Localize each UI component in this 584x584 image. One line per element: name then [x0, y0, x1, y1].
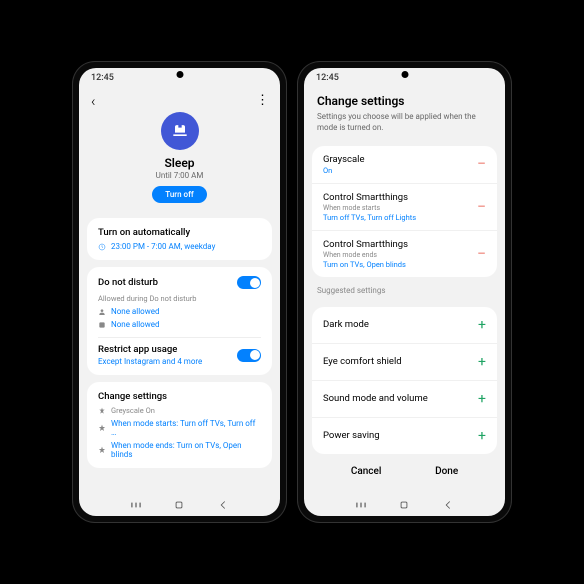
change-settings-title: Change settings [98, 391, 261, 402]
suggested-settings-list: Dark mode + Eye comfort shield + Sound m… [312, 307, 497, 454]
setting-title: Eye comfort shield [323, 356, 402, 367]
camera-cutout [176, 71, 183, 78]
change-settings-card[interactable]: Change settings Greyscale On When mode s… [87, 382, 272, 468]
setting-title: Sound mode and volume [323, 393, 428, 404]
turn-off-button[interactable]: Turn off [152, 186, 206, 203]
mode-title: Sleep [79, 156, 280, 170]
home-button[interactable] [397, 498, 411, 512]
clock-icon [98, 243, 106, 251]
dnd-allowed-label: Allowed during Do not disturb [98, 294, 261, 303]
back-nav-button[interactable] [216, 498, 230, 512]
done-button[interactable]: Done [435, 466, 458, 477]
setting-title: Power saving [323, 430, 380, 441]
back-nav-button[interactable] [441, 498, 455, 512]
dnd-title[interactable]: Do not disturb [98, 277, 158, 288]
home-button[interactable] [172, 498, 186, 512]
phone-left: 12:45 ‹ ⋮ Sleep Until 7:00 AM Turn off T… [73, 62, 286, 522]
remove-icon[interactable]: − [477, 246, 486, 262]
restrict-title[interactable]: Restrict app usage [98, 344, 202, 355]
change-line2: When mode starts: Turn off TVs, Turn off… [111, 419, 261, 437]
dnd-toggle[interactable] [237, 276, 261, 289]
page-title: Change settings [317, 94, 492, 108]
pin-icon [98, 407, 106, 415]
person-icon [98, 308, 106, 316]
more-options-icon[interactable]: ⋮ [256, 98, 268, 104]
setting-value: Turn off TVs, Turn off Lights [323, 213, 477, 222]
star-icon [98, 446, 106, 454]
screen-left: 12:45 ‹ ⋮ Sleep Until 7:00 AM Turn off T… [79, 68, 280, 516]
page-description: Settings you choose will be applied when… [317, 112, 492, 134]
change-line3: When mode ends: Turn on TVs, Open blinds [111, 441, 261, 459]
sleep-mode-icon [161, 112, 199, 150]
clock-time: 12:45 [91, 73, 114, 83]
divider [98, 337, 261, 338]
camera-cutout [401, 71, 408, 78]
setting-value: Turn on TVs, Open blinds [323, 260, 477, 269]
restrict-detail[interactable]: Except Instagram and 4 more [98, 357, 202, 366]
suggested-row[interactable]: Dark mode + [312, 307, 497, 343]
cancel-button[interactable]: Cancel [351, 466, 382, 477]
screen-right: 12:45 Change settings Settings you choos… [304, 68, 505, 516]
mode-subtitle: Until 7:00 AM [79, 171, 280, 180]
recents-button[interactable] [354, 498, 368, 512]
back-button[interactable]: ‹ [91, 92, 95, 110]
setting-title: Control Smartthings [323, 239, 477, 250]
android-nav-bar [304, 494, 505, 516]
auto-on-title: Turn on automatically [98, 227, 261, 238]
change-line1: Greyscale On [111, 406, 155, 415]
setting-title: Control Smartthings [323, 192, 477, 203]
remove-icon[interactable]: − [477, 199, 486, 215]
add-icon[interactable]: + [478, 392, 486, 406]
active-settings-list: Grayscale On − Control Smartthings When … [312, 146, 497, 277]
setting-title: Grayscale [323, 154, 477, 165]
setting-when: When mode starts [323, 204, 477, 212]
clock-time: 12:45 [316, 73, 339, 83]
app-icon [98, 321, 106, 329]
add-icon[interactable]: + [478, 318, 486, 332]
remove-icon[interactable]: − [477, 156, 486, 172]
add-icon[interactable]: + [478, 355, 486, 369]
phone-right: 12:45 Change settings Settings you choos… [298, 62, 511, 522]
dnd-card: Do not disturb Allowed during Do not dis… [87, 267, 272, 375]
add-icon[interactable]: + [478, 429, 486, 443]
setting-row[interactable]: Control Smartthings When mode starts Tur… [312, 183, 497, 230]
dnd-people[interactable]: None allowed [111, 307, 159, 316]
android-nav-bar [79, 494, 280, 516]
setting-title: Dark mode [323, 319, 369, 330]
setting-row[interactable]: Control Smartthings When mode ends Turn … [312, 230, 497, 277]
schedule-text: 23:00 PM - 7:00 AM, weekday [111, 242, 215, 251]
recents-button[interactable] [129, 498, 143, 512]
setting-when: When mode ends [323, 251, 477, 259]
auto-on-card[interactable]: Turn on automatically 23:00 PM - 7:00 AM… [87, 218, 272, 260]
suggested-label: Suggested settings [304, 277, 505, 297]
suggested-row[interactable]: Eye comfort shield + [312, 343, 497, 380]
suggested-row[interactable]: Sound mode and volume + [312, 380, 497, 417]
setting-value: On [323, 166, 477, 175]
suggested-row[interactable]: Power saving + [312, 417, 497, 454]
dnd-apps[interactable]: None allowed [111, 320, 159, 329]
star-icon [98, 424, 106, 432]
restrict-toggle[interactable] [237, 349, 261, 362]
setting-row[interactable]: Grayscale On − [312, 146, 497, 183]
